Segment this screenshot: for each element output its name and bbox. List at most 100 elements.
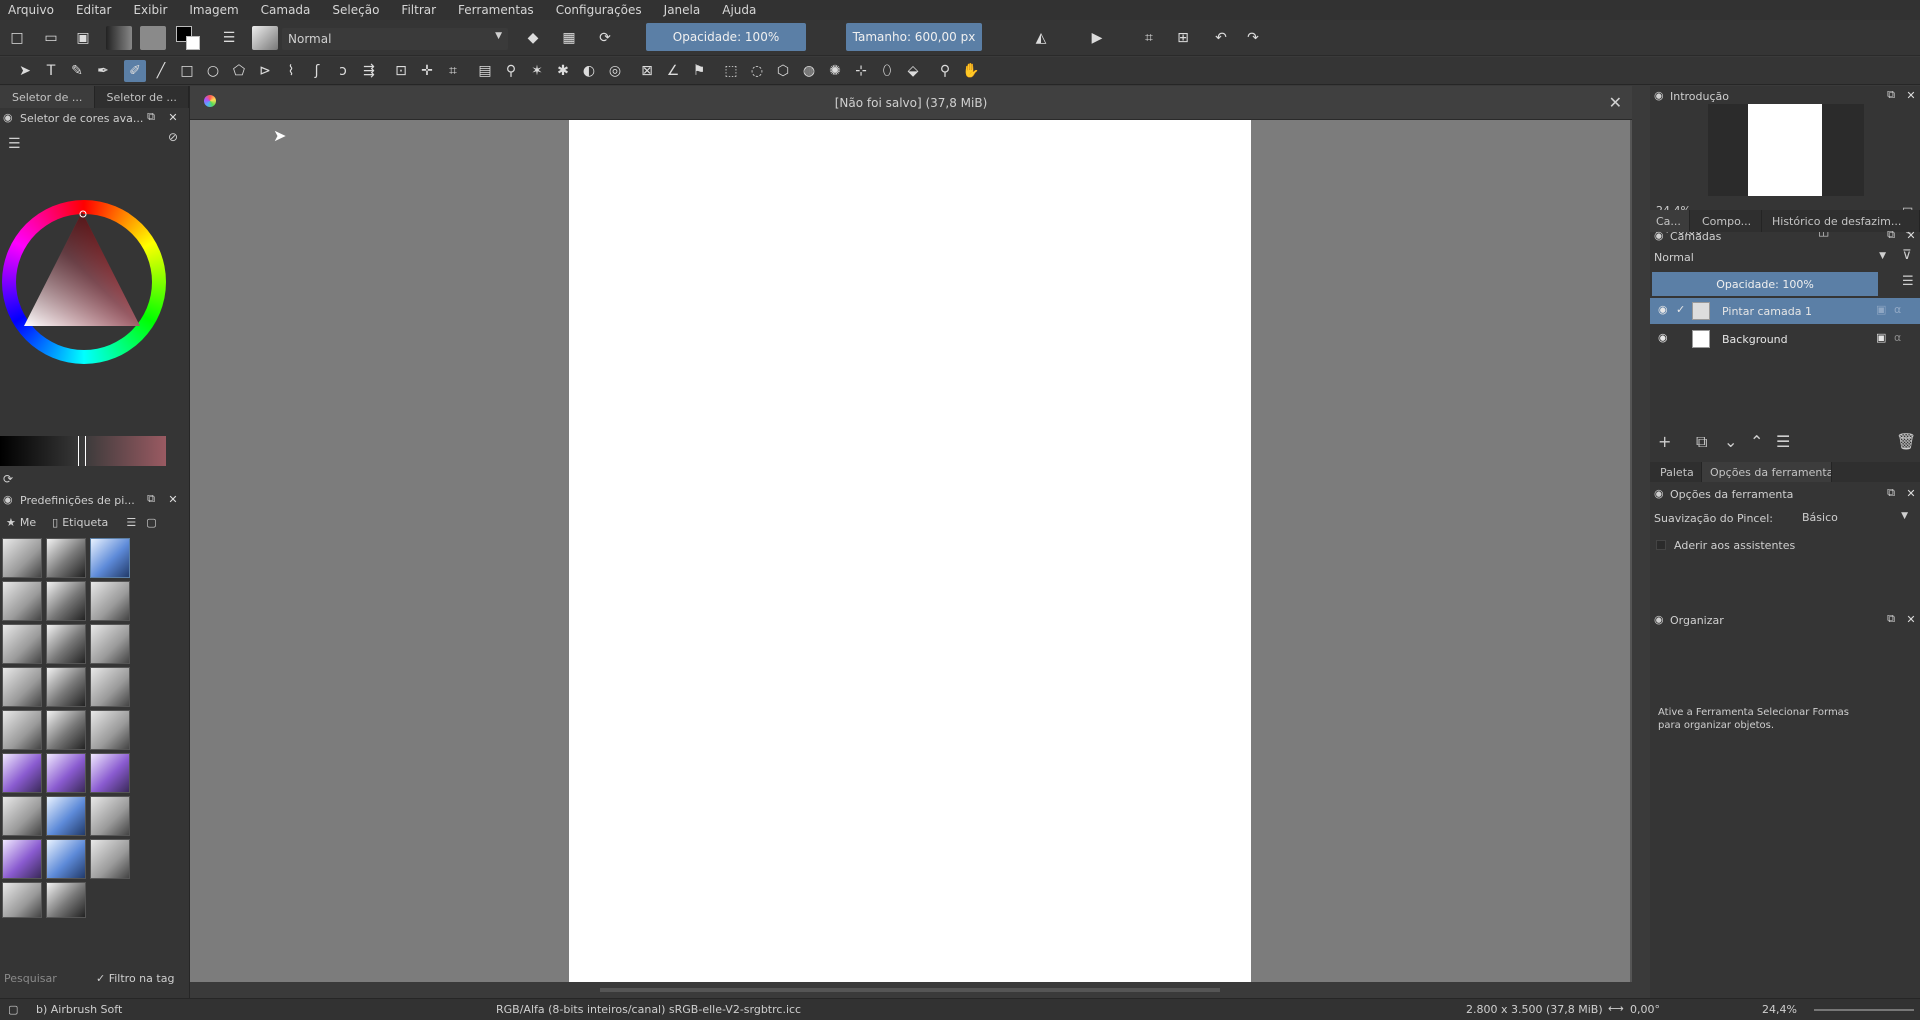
- preserve-alpha-icon[interactable]: ▦: [558, 27, 580, 49]
- reload-preset-icon[interactable]: ⟳: [594, 27, 616, 49]
- lock-icon[interactable]: ◉: [1654, 229, 1664, 242]
- float-panel-icon[interactable]: ⧉: [144, 492, 158, 506]
- color-settings-icon[interactable]: ☰: [8, 136, 21, 152]
- brush-preset[interactable]: [46, 796, 86, 836]
- filter-tag-checkbox[interactable]: ✓ Filtro na tag: [96, 972, 174, 985]
- layer-row-paint-1[interactable]: ◉ ✓ Pintar camada 1 ▣ α: [1650, 298, 1920, 324]
- lock-icon[interactable]: ◉: [1654, 613, 1664, 626]
- move-layer-down-icon[interactable]: ⌄: [1724, 432, 1737, 451]
- select-shapes-icon[interactable]: ➤: [14, 60, 36, 82]
- tab-tool-options[interactable]: Opções da ferramenta: [1702, 462, 1832, 482]
- freehand-brush-icon[interactable]: ✐: [124, 60, 146, 82]
- brush-preset[interactable]: [2, 796, 42, 836]
- brush-preset[interactable]: [46, 882, 86, 918]
- lock-icon[interactable]: ◉: [1654, 487, 1664, 500]
- new-document-icon[interactable]: □: [6, 27, 28, 49]
- brush-preset[interactable]: [2, 839, 42, 879]
- edit-shapes-icon[interactable]: ✎: [66, 60, 88, 82]
- layers-blend-select[interactable]: Normal ▼: [1652, 248, 1890, 268]
- layers-menu-icon[interactable]: ☰: [1902, 274, 1914, 289]
- redo-icon[interactable]: ↷: [1242, 27, 1264, 49]
- dynamic-brush-icon[interactable]: ↄ: [332, 60, 354, 82]
- brush-preset[interactable]: [90, 581, 130, 621]
- multibrush-icon[interactable]: ⇶: [358, 60, 380, 82]
- alpha-lock-icon[interactable]: α: [1894, 331, 1901, 344]
- brush-preset[interactable]: [90, 753, 130, 793]
- lock-icon[interactable]: ◉: [3, 493, 13, 506]
- calligraphy-icon[interactable]: ✒: [92, 60, 114, 82]
- open-document-icon[interactable]: ▭: [40, 27, 62, 49]
- pan-tool-icon[interactable]: ✋: [960, 60, 982, 82]
- menu-arquivo[interactable]: Arquivo: [4, 3, 58, 17]
- menu-selecao[interactable]: Seleção: [328, 3, 383, 17]
- brush-preset[interactable]: [90, 667, 130, 707]
- blend-mode-select[interactable]: Normal ▼: [282, 28, 508, 50]
- brush-preset[interactable]: [90, 624, 130, 664]
- saturation-value-triangle[interactable]: [2, 200, 166, 364]
- mirror-vertical-icon[interactable]: ▶: [1086, 27, 1108, 49]
- colorize-mask-icon[interactable]: ✶: [526, 60, 548, 82]
- crop-tool-icon[interactable]: ⌗: [442, 60, 464, 82]
- close-icon[interactable]: ✕: [1904, 486, 1918, 500]
- lock-layer-icon[interactable]: ▣: [1876, 303, 1886, 316]
- brush-preset[interactable]: [2, 882, 42, 918]
- ellipse-tool-icon[interactable]: ○: [202, 60, 224, 82]
- color-space-info[interactable]: RGB/Alfa (8-bits inteiros/canal) sRGB-el…: [496, 1003, 801, 1016]
- freehand-path-icon[interactable]: ʃ: [306, 60, 328, 82]
- brush-preset[interactable]: [46, 624, 86, 664]
- vertical-scrollbar[interactable]: [1630, 120, 1632, 982]
- color-picker-icon[interactable]: ⚲: [500, 60, 522, 82]
- contiguous-select-icon[interactable]: ✺: [824, 60, 846, 82]
- polygon-select-icon[interactable]: ⬡: [772, 60, 794, 82]
- eraser-icon[interactable]: ◆: [522, 27, 544, 49]
- float-panel-icon[interactable]: ⧉: [1884, 612, 1898, 626]
- menu-janela[interactable]: Janela: [660, 3, 705, 17]
- layer-name[interactable]: Background: [1722, 333, 1788, 346]
- magnetic-select-icon[interactable]: ⬙: [902, 60, 924, 82]
- brush-preset[interactable]: [46, 538, 86, 578]
- transform-tool-icon[interactable]: ⊡: [390, 60, 412, 82]
- save-document-icon[interactable]: ▣: [72, 27, 94, 49]
- zoom-tool-icon[interactable]: ⚲: [934, 60, 956, 82]
- menu-configuracoes[interactable]: Configurações: [552, 3, 646, 17]
- brush-tag-select[interactable]: Etiqueta: [62, 516, 108, 529]
- brush-settings-icon[interactable]: ☰: [218, 27, 240, 49]
- color-history-strip[interactable]: [0, 436, 166, 466]
- tab-palette[interactable]: Paleta: [1650, 462, 1702, 482]
- brush-preset[interactable]: [2, 753, 42, 793]
- fill-tool-icon[interactable]: ◐: [578, 60, 600, 82]
- alpha-lock-icon[interactable]: α: [1894, 303, 1901, 316]
- layer-name[interactable]: Pintar camada 1: [1722, 305, 1812, 318]
- close-icon[interactable]: ✕: [1904, 228, 1918, 242]
- selection-status-icon[interactable]: ▢: [8, 1003, 18, 1016]
- overview-thumbnail[interactable]: [1708, 104, 1864, 196]
- similar-select-icon[interactable]: ⊹: [850, 60, 872, 82]
- float-panel-icon[interactable]: ⧉: [1884, 486, 1898, 500]
- ellipse-select-icon[interactable]: ◌: [746, 60, 768, 82]
- add-layer-icon[interactable]: +: [1658, 432, 1671, 451]
- lock-icon[interactable]: ◉: [1654, 89, 1664, 102]
- float-panel-icon[interactable]: ⧉: [1884, 228, 1898, 242]
- tab-color-selector-2[interactable]: Seletor de ...: [95, 86, 189, 108]
- duplicate-layer-icon[interactable]: ⧉: [1696, 432, 1707, 452]
- status-zoom[interactable]: 24,4%: [1762, 1003, 1797, 1016]
- brush-preset[interactable]: [46, 581, 86, 621]
- layer-properties-icon[interactable]: ☰: [1776, 432, 1790, 451]
- brush-preset[interactable]: [90, 710, 130, 750]
- polygon-tool-icon[interactable]: ⬠: [228, 60, 250, 82]
- enclose-fill-icon[interactable]: ◎: [604, 60, 626, 82]
- bezier-tool-icon[interactable]: ⌇: [280, 60, 302, 82]
- close-icon[interactable]: ✕: [1904, 612, 1918, 626]
- wrap-around-icon[interactable]: ⌗: [1138, 27, 1160, 49]
- menu-filtrar[interactable]: Filtrar: [397, 3, 440, 17]
- menu-camada[interactable]: Camada: [257, 3, 315, 17]
- visibility-eye-icon[interactable]: ◉: [1658, 331, 1668, 344]
- horizontal-scrollbar[interactable]: [190, 982, 1632, 998]
- visibility-eye-icon[interactable]: ◉: [1658, 303, 1668, 316]
- move-tool-icon[interactable]: ✛: [416, 60, 438, 82]
- menu-ferramentas[interactable]: Ferramentas: [454, 3, 538, 17]
- reset-color-icon[interactable]: ⊘: [168, 130, 178, 144]
- assistant-tool-icon[interactable]: ⊠: [636, 60, 658, 82]
- brush-preset[interactable]: [2, 710, 42, 750]
- opacity-slider[interactable]: Opacidade: 100%: [646, 23, 806, 51]
